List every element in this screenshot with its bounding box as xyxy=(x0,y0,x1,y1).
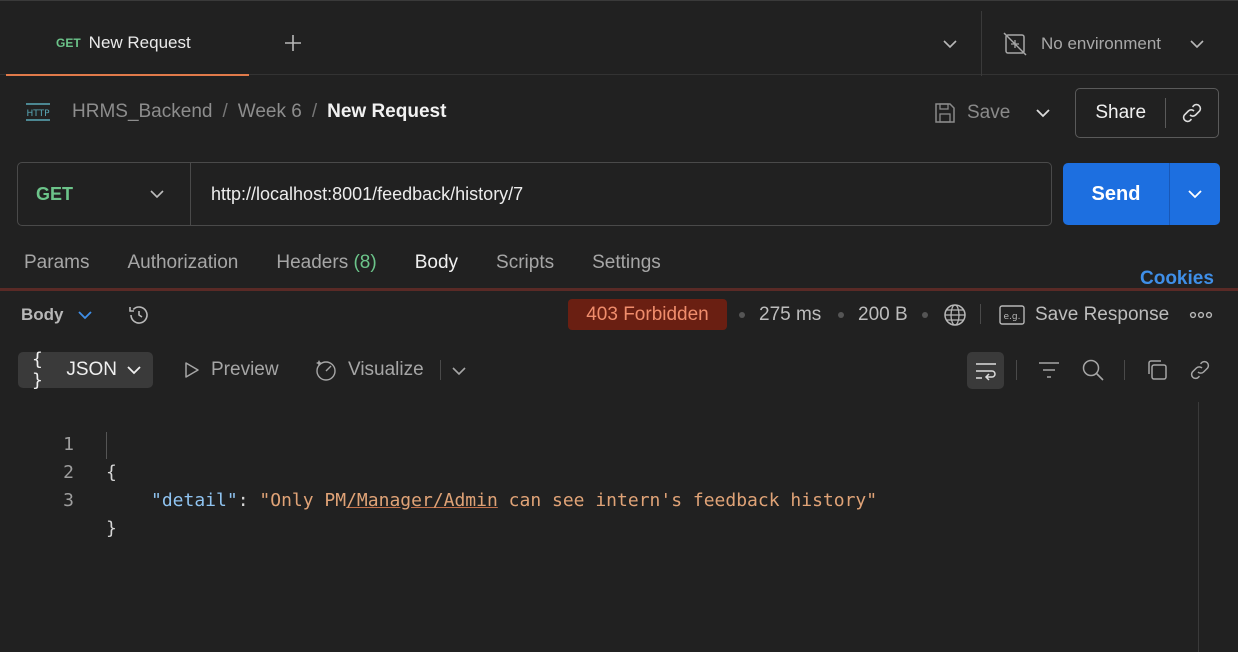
copy-icon[interactable] xyxy=(1145,358,1169,382)
pane-resize-handle[interactable] xyxy=(0,288,1238,291)
environment-selector[interactable]: No environment xyxy=(1003,26,1205,62)
format-select[interactable]: { } JSON xyxy=(18,349,153,391)
header-divider xyxy=(980,304,981,324)
request-tab[interactable]: GET New Request xyxy=(6,11,249,76)
visualize-chevron-down-icon[interactable] xyxy=(450,362,468,380)
no-environment-icon xyxy=(1003,32,1027,56)
tab-scripts[interactable]: Scripts xyxy=(496,252,554,274)
breadcrumb-separator: / xyxy=(311,101,318,122)
send-options-chevron-down-icon[interactable] xyxy=(1170,189,1220,199)
line-number: 3 xyxy=(63,490,74,511)
url-input[interactable]: http://localhost:8001/feedback/history/7 xyxy=(211,184,523,205)
tab-body[interactable]: Body xyxy=(415,252,458,274)
breadcrumb-separator: / xyxy=(222,101,228,122)
preview-button[interactable]: Preview xyxy=(181,354,279,386)
format-label: JSON xyxy=(66,359,117,380)
toolbar-divider xyxy=(1124,360,1125,380)
code-line: 3 } xyxy=(0,459,117,539)
code-text: { xyxy=(106,462,117,483)
svg-text:e.g.: e.g. xyxy=(1004,312,1021,322)
tab-headers-count: (8) xyxy=(353,252,377,273)
tab-authorization[interactable]: Authorization xyxy=(127,252,238,274)
svg-text:HTTP: HTTP xyxy=(26,109,50,119)
response-time[interactable]: 275 ms xyxy=(759,302,821,328)
history-icon[interactable] xyxy=(126,302,152,328)
code-line: 2 "detail": "Only PM/Manager/Admin can s… xyxy=(0,431,877,511)
save-response-label: Save Response xyxy=(1035,304,1170,325)
format-chevron-down-icon xyxy=(127,365,141,375)
code-text: } xyxy=(106,518,117,539)
json-string-end: can see intern's feedback history" xyxy=(497,490,878,511)
tab-headers-label: Headers xyxy=(276,252,349,273)
visualize-label: Visualize xyxy=(348,359,424,380)
json-braces-icon: { } xyxy=(32,349,43,391)
vertical-scrollbar[interactable] xyxy=(1198,402,1220,652)
share-button-group: Share xyxy=(1075,88,1219,138)
save-disk-icon xyxy=(933,101,957,125)
response-code-editor[interactable]: 1 { 2 "detail": "Only PM/Manager/Admin c… xyxy=(0,402,1198,652)
breadcrumb-collection[interactable]: HRMS_Backend xyxy=(72,101,212,123)
save-label: Save xyxy=(967,102,1011,123)
tab-settings[interactable]: Settings xyxy=(592,252,661,274)
share-button[interactable]: Share xyxy=(1076,102,1165,124)
status-badge[interactable]: 403 Forbidden xyxy=(568,299,727,330)
response-body-select[interactable]: Body xyxy=(21,302,92,328)
request-tabs: Params Authorization Headers (8) Body Sc… xyxy=(24,252,661,274)
search-icon[interactable] xyxy=(1081,358,1105,382)
env-divider xyxy=(981,11,982,76)
play-icon xyxy=(181,360,201,380)
json-colon: : xyxy=(237,490,260,511)
wrap-lines-button[interactable] xyxy=(967,352,1004,389)
tab-bar: GET New Request No environment xyxy=(0,0,1238,76)
response-body-label: Body xyxy=(21,305,64,324)
line-number: 1 xyxy=(63,434,74,455)
json-string-start: "Only PM xyxy=(259,490,347,511)
meta-separator-dot xyxy=(922,312,928,318)
tab-headers[interactable]: Headers (8) xyxy=(276,252,376,274)
preview-label: Preview xyxy=(211,359,279,380)
response-size[interactable]: 200 B xyxy=(858,302,908,328)
tab-params[interactable]: Params xyxy=(24,252,89,274)
json-string-link[interactable]: /Manager/Admin xyxy=(346,490,498,511)
http-request-icon: HTTP xyxy=(24,100,52,124)
request-url-bar: GET http://localhost:8001/feedback/histo… xyxy=(17,162,1052,226)
code-text: "detail": "Only PM/Manager/Admin can see… xyxy=(151,487,877,515)
send-button[interactable]: Send xyxy=(1063,183,1169,206)
link-icon[interactable] xyxy=(1188,358,1212,382)
tab-method: GET xyxy=(56,35,81,50)
visualize-sparkle-icon xyxy=(314,358,338,382)
json-key: "detail" xyxy=(151,490,238,511)
example-icon: e.g. xyxy=(999,304,1025,326)
environment-label: No environment xyxy=(1041,34,1162,53)
copy-link-icon[interactable] xyxy=(1166,101,1218,125)
method-select[interactable]: GET xyxy=(18,163,191,225)
save-button[interactable]: Save xyxy=(933,96,1010,130)
tab-list-chevron-down-icon[interactable] xyxy=(940,34,960,54)
toolbar-divider xyxy=(440,360,441,380)
breadcrumb-folder[interactable]: Week 6 xyxy=(238,101,302,123)
breadcrumb-current[interactable]: New Request xyxy=(327,101,446,123)
toolbar-divider xyxy=(1016,360,1017,380)
more-options-icon[interactable] xyxy=(1188,304,1214,326)
meta-separator-dot xyxy=(838,312,844,318)
new-tab-plus-icon[interactable] xyxy=(281,31,305,55)
response-body-chevron-down-icon xyxy=(77,310,92,320)
code-line: 1 { xyxy=(0,403,117,483)
filter-icon[interactable] xyxy=(1037,358,1061,382)
wrap-lines-icon xyxy=(975,362,996,381)
line-number: 2 xyxy=(63,462,74,483)
network-globe-icon[interactable] xyxy=(942,302,968,328)
send-button-group: Send xyxy=(1063,163,1220,225)
tab-title: New Request xyxy=(88,32,191,52)
save-response-button[interactable]: e.g. Save Response xyxy=(999,302,1169,328)
visualize-button[interactable]: Visualize xyxy=(314,354,424,386)
environment-chevron-down-icon xyxy=(1189,39,1205,49)
save-options-chevron-down-icon[interactable] xyxy=(1032,102,1054,124)
breadcrumb: HTTP HRMS_Backend / Week 6 / New Request xyxy=(24,95,446,129)
method-chevron-down-icon xyxy=(150,189,164,198)
indent-guide xyxy=(106,432,107,459)
method-label: GET xyxy=(36,183,74,204)
meta-separator-dot xyxy=(739,312,745,318)
cookies-link[interactable]: Cookies xyxy=(1140,268,1214,290)
